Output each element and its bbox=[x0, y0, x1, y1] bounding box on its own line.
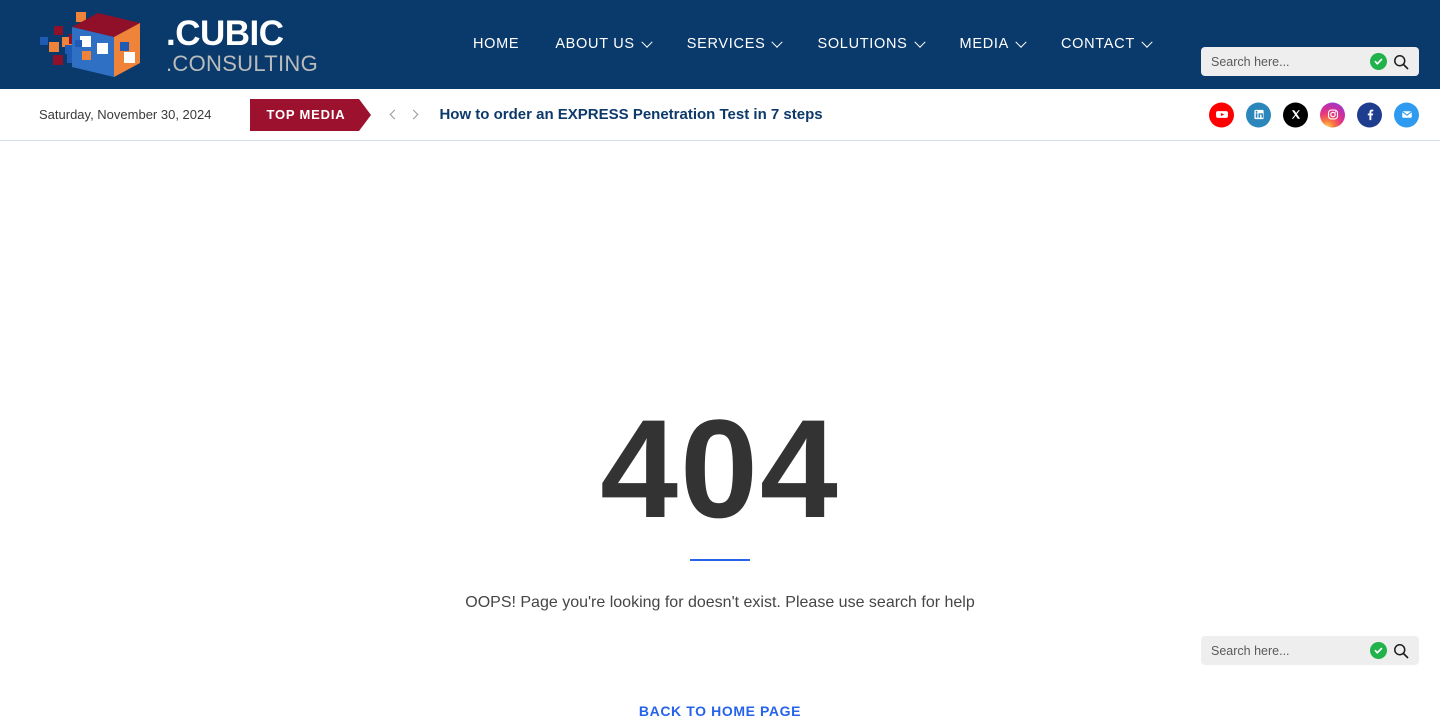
nav-label-about-us: ABOUT US bbox=[555, 36, 635, 52]
back-to-home-link[interactable]: BACK TO HOME PAGE bbox=[639, 703, 801, 719]
social-linkedin-icon[interactable] bbox=[1246, 102, 1271, 127]
main-navigation: HOME ABOUT US SERVICES SOLUTIONS MEDIA C… bbox=[455, 0, 1169, 89]
chevron-down-icon bbox=[641, 36, 653, 48]
social-email-icon[interactable] bbox=[1394, 102, 1419, 127]
content-search-input[interactable] bbox=[1211, 643, 1366, 658]
ticker-headline-link[interactable]: How to order an EXPRESS Penetration Test… bbox=[439, 106, 822, 123]
search-confirm-icon[interactable] bbox=[1370, 642, 1387, 659]
header-search-box[interactable] bbox=[1201, 47, 1419, 76]
chevron-down-icon bbox=[771, 36, 784, 48]
header-search-button[interactable] bbox=[1391, 52, 1411, 72]
top-media-badge-label: TOP MEDIA bbox=[266, 107, 346, 122]
news-ticker-bar: Saturday, November 30, 2024 TOP MEDIA Ho… bbox=[0, 89, 1440, 141]
social-instagram-icon[interactable] bbox=[1320, 102, 1345, 127]
chevron-down-icon bbox=[913, 36, 926, 48]
social-links bbox=[1209, 102, 1419, 127]
nav-label-media: MEDIA bbox=[959, 36, 1009, 52]
site-header: .CUBIC .CONSULTING HOME ABOUT US SERVICE… bbox=[0, 0, 1440, 89]
content-search-box[interactable] bbox=[1201, 636, 1419, 665]
content-search-button[interactable] bbox=[1391, 641, 1411, 661]
top-media-badge: TOP MEDIA bbox=[250, 98, 372, 131]
logo-name-primary: .CUBIC bbox=[166, 13, 284, 53]
back-to-home-wrapper: BACK TO HOME PAGE bbox=[0, 703, 1440, 720]
ticker-controls bbox=[385, 107, 423, 123]
ticker-prev-button[interactable] bbox=[385, 107, 401, 123]
nav-item-solutions[interactable]: SOLUTIONS bbox=[799, 0, 941, 89]
nav-item-home[interactable]: HOME bbox=[455, 0, 537, 89]
chevron-down-icon bbox=[1015, 36, 1027, 48]
social-facebook-icon[interactable] bbox=[1357, 102, 1382, 127]
error-divider bbox=[690, 559, 750, 561]
error-message: OOPS! Page you're looking for doesn't ex… bbox=[465, 594, 975, 611]
chevron-right-icon bbox=[409, 109, 419, 120]
current-date: Saturday, November 30, 2024 bbox=[39, 107, 212, 122]
nav-label-services: SERVICES bbox=[686, 36, 766, 52]
nav-item-about-us[interactable]: ABOUT US bbox=[537, 0, 668, 89]
social-youtube-icon[interactable] bbox=[1209, 102, 1234, 127]
site-logo[interactable]: .CUBIC .CONSULTING bbox=[36, 9, 318, 81]
nav-item-services[interactable]: SERVICES bbox=[669, 0, 800, 89]
ticker-next-button[interactable] bbox=[407, 107, 423, 123]
nav-item-media[interactable]: MEDIA bbox=[942, 0, 1043, 89]
header-search-input[interactable] bbox=[1211, 54, 1366, 69]
chevron-down-icon bbox=[1141, 36, 1153, 48]
error-code: 404 bbox=[600, 390, 840, 547]
nav-label-solutions: SOLUTIONS bbox=[817, 36, 908, 52]
social-x-icon[interactable] bbox=[1283, 102, 1308, 127]
search-confirm-icon[interactable] bbox=[1370, 53, 1387, 70]
nav-label-contact: CONTACT bbox=[1060, 36, 1135, 52]
search-icon bbox=[1394, 643, 1409, 658]
chevron-left-icon bbox=[390, 109, 400, 120]
nav-label-home: HOME bbox=[473, 36, 520, 52]
search-icon bbox=[1394, 54, 1409, 69]
cubic-logo-icon bbox=[36, 9, 164, 81]
logo-wordmark: .CUBIC .CONSULTING bbox=[166, 16, 318, 75]
nav-item-contact[interactable]: CONTACT bbox=[1043, 0, 1169, 89]
logo-name-secondary: .CONSULTING bbox=[166, 50, 319, 76]
error-page-content: 404 OOPS! Page you're looking for doesn'… bbox=[0, 141, 1440, 719]
